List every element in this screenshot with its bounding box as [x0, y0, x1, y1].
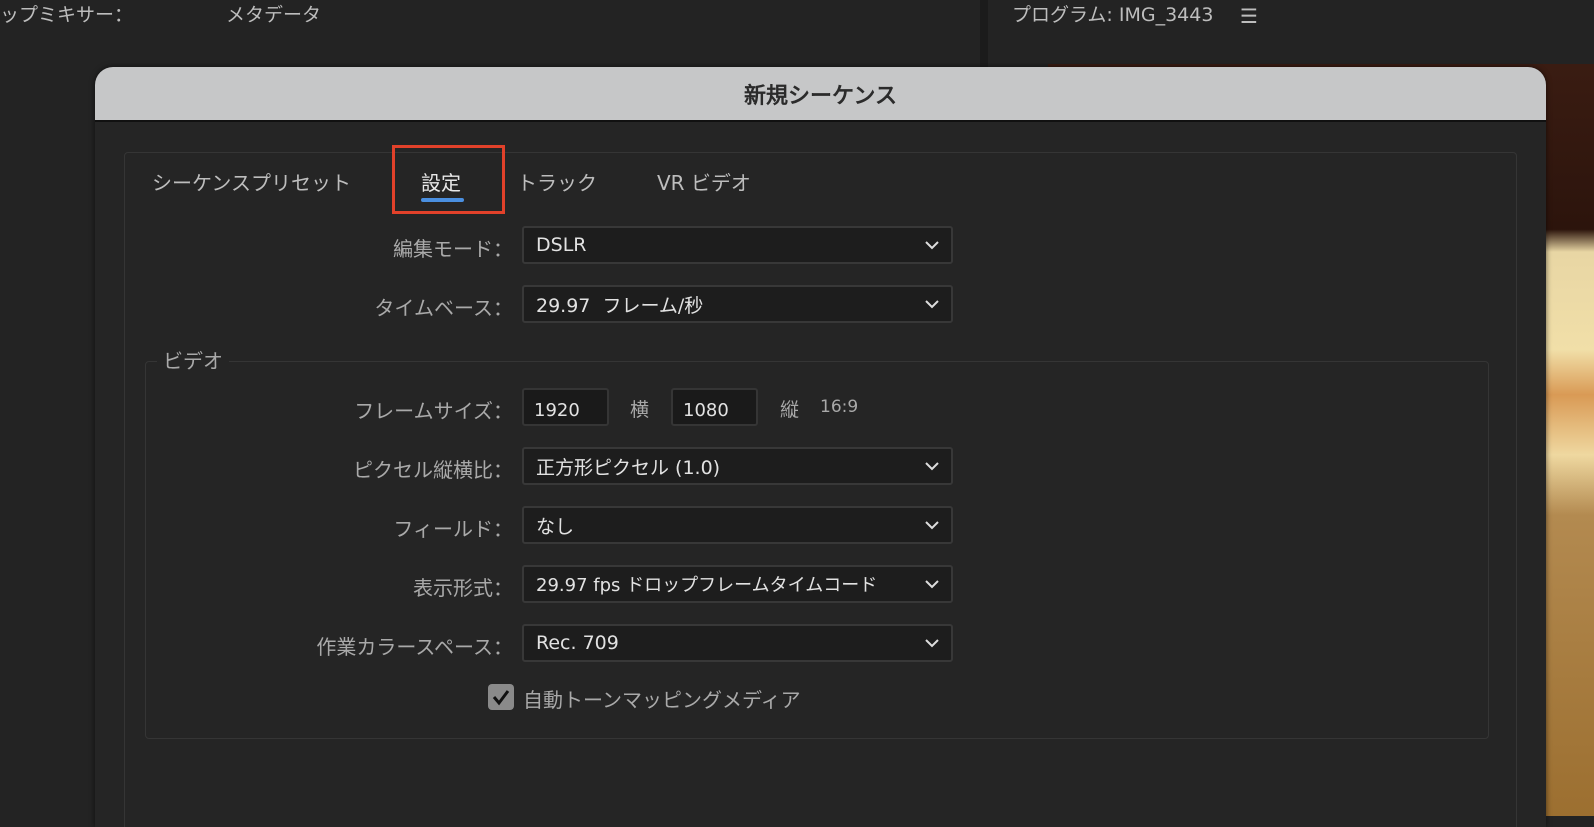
hamburger-icon[interactable]: ☰ [1240, 4, 1258, 28]
fields-label: フィールド： [393, 517, 513, 541]
highlight-box [392, 145, 505, 214]
edit-mode-value: DSLR [536, 234, 587, 256]
auto-tone-mapping-checkbox[interactable] [488, 684, 514, 710]
pixel-aspect-label: ピクセル縦横比： [353, 458, 513, 482]
tab-vr-video[interactable]: VR ビデオ [657, 167, 751, 196]
edit-mode-label: 編集モード： [393, 237, 513, 261]
panel-tab-clip-mixer[interactable]: ップミキサー： [0, 0, 133, 27]
display-format-label: 表示形式： [413, 576, 513, 600]
new-sequence-dialog: 新規シーケンス シーケンスプリセット 設定 トラック VR ビデオ 編集モード：… [95, 67, 1546, 827]
chevron-down-icon [925, 462, 939, 471]
dialog-title: 新規シーケンス [95, 67, 1546, 122]
frame-height-unit: 縦 [780, 399, 800, 421]
chevron-down-icon [925, 521, 939, 530]
checkmark-icon [492, 690, 510, 706]
auto-tone-mapping-label[interactable]: 自動トーンマッピングメディア [523, 684, 801, 713]
edit-mode-select[interactable]: DSLR [522, 226, 953, 264]
chevron-down-icon [925, 639, 939, 648]
frame-size-label: フレームサイズ： [354, 399, 513, 423]
display-format-value: 29.97 fps ドロップフレームタイムコード [536, 575, 878, 596]
tab-tracks[interactable]: トラック [517, 167, 597, 196]
color-space-label: 作業カラースペース： [316, 635, 513, 659]
frame-height-input[interactable]: 1080 [671, 388, 758, 426]
chevron-down-icon [925, 241, 939, 250]
timebase-label: タイムベース： [374, 296, 513, 320]
chevron-down-icon [925, 300, 939, 309]
timebase-value: 29.97 フレーム/秒 [536, 294, 704, 317]
timebase-select[interactable]: 29.97 フレーム/秒 [522, 285, 953, 323]
chevron-down-icon [925, 580, 939, 589]
video-group-legend: ビデオ [157, 345, 229, 374]
frame-width-input[interactable]: 1920 [522, 388, 609, 426]
panel-tab-metadata[interactable]: メタデータ [226, 0, 321, 27]
fields-value: なし [536, 515, 575, 538]
color-space-select[interactable]: Rec. 709 [522, 624, 953, 662]
pixel-aspect-select[interactable]: 正方形ピクセル (1.0) [522, 447, 953, 485]
color-space-value: Rec. 709 [536, 632, 619, 654]
tab-sequence-presets[interactable]: シーケンスプリセット [152, 167, 351, 196]
program-monitor-title: プログラム: IMG_3443 [1012, 4, 1214, 26]
pixel-aspect-value: 正方形ピクセル (1.0) [536, 456, 721, 479]
fields-select[interactable]: なし [522, 506, 953, 544]
aspect-ratio: 16:9 [820, 397, 859, 417]
frame-width-unit: 横 [630, 399, 650, 421]
display-format-select[interactable]: 29.97 fps ドロップフレームタイムコード [522, 565, 953, 603]
